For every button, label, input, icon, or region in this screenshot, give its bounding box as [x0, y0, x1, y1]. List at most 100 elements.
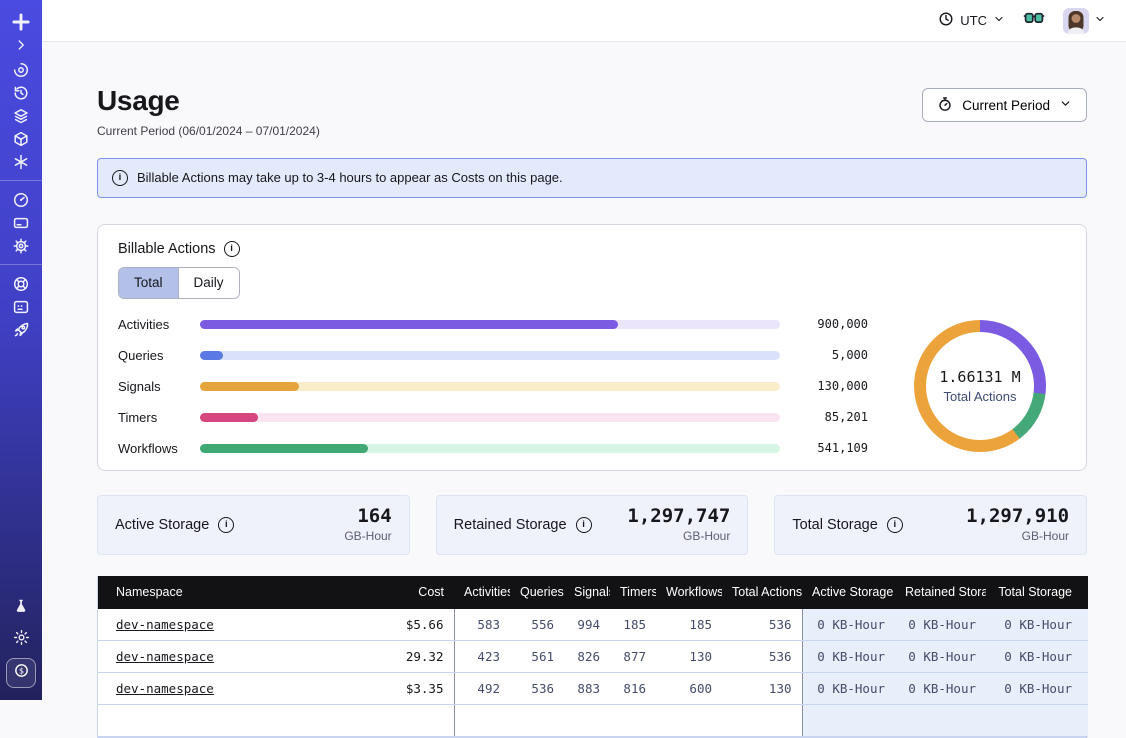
asterisk-icon: [12, 153, 30, 171]
tab-daily[interactable]: Daily: [178, 268, 239, 298]
info-icon[interactable]: i: [218, 517, 234, 533]
col-total-actions: Total Actions: [722, 576, 802, 609]
settings-gear-icon: [12, 237, 30, 255]
donut-total-value: 1.66131 M: [939, 368, 1020, 386]
layers-icon: [12, 107, 30, 125]
clock-icon: [938, 11, 954, 30]
retained-storage-value: 1,297,747: [627, 506, 730, 528]
flask-icon: [13, 598, 29, 614]
sidebar-item-billing[interactable]: [0, 211, 42, 234]
svg-text:$: $: [18, 666, 23, 675]
timezone-selector[interactable]: UTC: [938, 11, 1005, 30]
timezone-label: UTC: [960, 13, 987, 28]
total-storage-label: Total Storage: [792, 517, 877, 533]
col-activities: Activities: [454, 576, 510, 609]
bar-track: [200, 320, 780, 329]
table-row: [98, 704, 1088, 736]
bar-row-activities: Activities 900,000: [118, 317, 868, 332]
bar-value: 900,000: [794, 317, 868, 331]
sidebar-item-workflows[interactable]: [0, 127, 42, 150]
sidebar-item-history[interactable]: [0, 81, 42, 104]
billable-actions-chart: Activities 900,000 Queries 5,000 Signals…: [118, 317, 1066, 456]
bar-value: 85,201: [794, 410, 868, 424]
bar-track: [200, 351, 780, 360]
chevron-down-icon: [1059, 97, 1072, 113]
bar-fill: [200, 413, 258, 422]
namespace-link[interactable]: dev-namespace: [116, 649, 214, 664]
col-namespace: Namespace: [98, 576, 368, 609]
table-header-row: Namespace Cost Activities Queries Signal…: [98, 576, 1088, 609]
retained-storage-unit: GB-Hour: [627, 529, 730, 543]
sidebar-item-deployments[interactable]: [0, 104, 42, 127]
sidebar-item-support[interactable]: [0, 272, 42, 295]
retained-storage-card: Retained Storage i 1,297,747 GB-Hour: [436, 495, 749, 555]
support-lifebuoy-icon: [12, 275, 30, 293]
sidebar-expand-button[interactable]: [0, 33, 42, 56]
sidebar-item-getting-started[interactable]: [0, 318, 42, 341]
col-timers: Timers: [610, 576, 656, 609]
billing-card-icon: [12, 214, 30, 232]
active-storage-value: 164: [344, 506, 391, 528]
bar-track: [200, 413, 780, 422]
col-workflows: Workflows: [656, 576, 722, 609]
storage-summary-row: Active Storage i 164 GB-Hour Retained St…: [97, 495, 1087, 555]
billable-actions-title: Billable Actions: [118, 241, 216, 257]
bar-fill: [200, 382, 299, 391]
bar-row-signals: Signals 130,000: [118, 379, 868, 394]
total-storage-card: Total Storage i 1,297,910 GB-Hour: [774, 495, 1087, 555]
total-storage-value: 1,297,910: [966, 506, 1069, 528]
feedback-button[interactable]: [1023, 11, 1045, 31]
chevron-down-icon: [1094, 12, 1106, 30]
col-queries: Queries: [510, 576, 564, 609]
info-icon[interactable]: i: [224, 241, 240, 257]
bar-track: [200, 444, 780, 453]
active-storage-label: Active Storage: [115, 517, 209, 533]
namespace-link[interactable]: dev-namespace: [116, 681, 214, 696]
sidebar-item-namespaces[interactable]: [0, 58, 42, 81]
table-row: dev-namespace $3.35 492 536 883 816 600 …: [98, 672, 1088, 704]
namespace-link[interactable]: dev-namespace: [116, 617, 214, 632]
sidebar-item-home[interactable]: [0, 10, 42, 33]
retained-storage-label: Retained Storage: [454, 517, 567, 533]
page-subtitle: Current Period (06/01/2024 – 07/01/2024): [97, 124, 320, 138]
rocket-icon: [12, 321, 30, 339]
sidebar-item-costs[interactable]: $: [6, 658, 36, 688]
bar-label: Workflows: [118, 441, 186, 456]
sun-icon: [13, 629, 30, 646]
sidebar-item-dev-tools[interactable]: [0, 295, 42, 318]
cube-icon: [12, 130, 30, 148]
bar-value: 541,109: [794, 441, 868, 455]
bar-value: 5,000: [794, 348, 868, 362]
main-content: Usage Current Period (06/01/2024 – 07/01…: [42, 42, 1126, 700]
info-icon[interactable]: i: [887, 517, 903, 533]
tab-total[interactable]: Total: [119, 268, 178, 298]
info-banner-text: Billable Actions may take up to 3-4 hour…: [137, 170, 563, 185]
sidebar-item-usage[interactable]: [0, 188, 42, 211]
active-storage-card: Active Storage i 164 GB-Hour: [97, 495, 410, 555]
history-icon: [12, 84, 30, 102]
page-title: Usage: [97, 86, 320, 117]
table-row: dev-namespace 29.32 423 561 826 877 130 …: [98, 640, 1088, 672]
avatar: [1063, 8, 1089, 34]
table-row: dev-namespace $5.66 583 556 994 185 185 …: [98, 609, 1088, 641]
bar-fill: [200, 444, 368, 453]
info-icon[interactable]: i: [576, 517, 592, 533]
period-selector-button[interactable]: Current Period: [922, 88, 1087, 122]
sidebar-item-labs[interactable]: [0, 594, 42, 617]
sidebar-item-theme-toggle[interactable]: [0, 626, 42, 649]
namespaces-icon: [12, 61, 30, 79]
bar-value: 130,000: [794, 379, 868, 393]
bar-label: Activities: [118, 317, 186, 332]
bar-label: Signals: [118, 379, 186, 394]
account-menu[interactable]: [1063, 8, 1106, 34]
namespace-usage-table: Namespace Cost Activities Queries Signal…: [97, 576, 1087, 738]
temporal-logo: [11, 12, 31, 32]
sidebar-item-settings[interactable]: [0, 234, 42, 257]
sidebar: $: [0, 0, 42, 700]
active-storage-unit: GB-Hour: [344, 529, 391, 543]
terminal-icon: [12, 298, 30, 316]
sidebar-item-nexus[interactable]: [0, 150, 42, 173]
donut-total-label: Total Actions: [939, 389, 1020, 404]
col-retained-storage: Retained Storage: [895, 576, 986, 609]
sidebar-divider: [0, 180, 42, 181]
